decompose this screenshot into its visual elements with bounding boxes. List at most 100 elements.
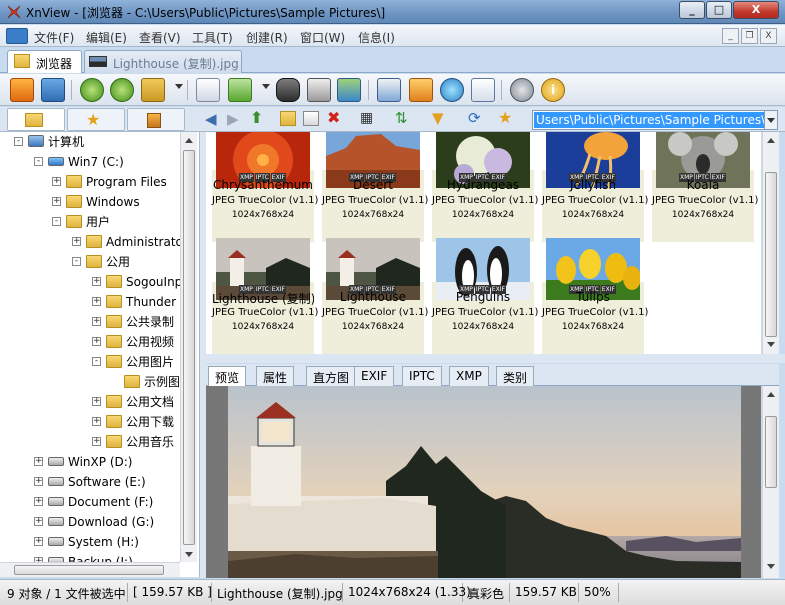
expand-icon[interactable]: +: [92, 317, 101, 326]
tree-node[interactable]: + Program Files: [0, 172, 180, 192]
thumbnail-item[interactable]: XMP IPTC EXIF Jellyfish JPEG TrueColor (v1.1…: [542, 132, 648, 242]
preview-tab-2[interactable]: 直方图: [306, 366, 357, 386]
image-preview[interactable]: [206, 386, 761, 578]
tree-node[interactable]: - 计算机: [0, 132, 180, 152]
capture-icon[interactable]: [377, 78, 401, 102]
path-value[interactable]: Users\Public\Pictures\Sample Pictures\: [534, 112, 768, 128]
tree-node[interactable]: + Thunder: [0, 292, 180, 312]
scroll-up-icon[interactable]: [767, 392, 775, 397]
print-icon[interactable]: [307, 78, 331, 102]
favorites-tab[interactable]: ★: [67, 108, 125, 131]
collapse-icon[interactable]: -: [14, 137, 23, 146]
menu-item-1[interactable]: 编辑(E): [86, 29, 127, 46]
scroll-up-icon[interactable]: [767, 138, 775, 143]
menu-item-0[interactable]: 文件(F): [34, 29, 74, 46]
info-icon[interactable]: i: [541, 78, 565, 102]
scroll-thumb[interactable]: [765, 172, 777, 337]
preview-tab-0[interactable]: 预览: [208, 366, 247, 386]
folder-tree[interactable]: - 计算机 - Win7 (C:) + Program Files + Windows - 用户 +…: [0, 132, 200, 577]
expand-icon[interactable]: +: [34, 517, 43, 526]
path-dropdown-button[interactable]: [764, 110, 778, 130]
tree-horizontal-scrollbar[interactable]: [0, 562, 180, 577]
preview-tab-3[interactable]: EXIF: [354, 366, 395, 386]
convert-icon[interactable]: [141, 78, 165, 102]
scroll-down-icon[interactable]: [767, 342, 775, 347]
thumbnail-item[interactable]: XMP IPTC EXIF Desert JPEG TrueColor (v1.1) 10…: [322, 132, 428, 242]
tree-node[interactable]: + Windows: [0, 192, 180, 212]
folders-tab[interactable]: [7, 108, 65, 131]
collapse-icon[interactable]: -: [34, 157, 43, 166]
delete-icon[interactable]: ✖: [327, 108, 340, 127]
tree-node[interactable]: - 用户: [0, 212, 180, 232]
tree-node[interactable]: + SogouInput: [0, 272, 195, 292]
thumbnail-item[interactable]: XMP IPTC EXIF Chrysanthemum JPEG TrueColor (…: [212, 132, 318, 242]
document-icon[interactable]: [6, 28, 28, 44]
thumbnail-scrollbar[interactable]: [762, 132, 779, 354]
web-icon[interactable]: [440, 78, 464, 102]
expand-icon[interactable]: +: [52, 197, 61, 206]
scroll-down-icon[interactable]: [767, 564, 775, 569]
tree-node[interactable]: + Document (F:): [0, 492, 180, 512]
properties-icon[interactable]: [196, 78, 220, 102]
fit-window-icon[interactable]: [41, 78, 65, 102]
rotate-right-icon[interactable]: [110, 78, 134, 102]
tree-node[interactable]: + Download (G:): [0, 512, 180, 532]
fullscreen-icon[interactable]: [10, 78, 34, 102]
scroll-thumb[interactable]: [14, 565, 164, 575]
thumbnail-item[interactable]: XMP IPTC EXIF Lighthouse (复制) JPEG TrueColor…: [212, 238, 318, 354]
export-icon[interactable]: [228, 78, 252, 102]
up-folder-icon[interactable]: ⬆: [250, 108, 263, 127]
forward-arrow-icon[interactable]: ▶: [227, 110, 239, 128]
preview-tab-5[interactable]: XMP: [449, 366, 489, 386]
tree-node[interactable]: + 公用下载: [0, 412, 180, 432]
thumbnail-item[interactable]: XMP IPTC EXIF Hydrangeas JPEG TrueColor (v1.…: [432, 132, 538, 242]
preview-tab-6[interactable]: 类别: [496, 366, 535, 386]
tree-node[interactable]: + 公用视频: [0, 332, 180, 352]
expand-icon[interactable]: +: [92, 277, 101, 286]
expand-icon[interactable]: +: [92, 417, 101, 426]
expand-icon[interactable]: +: [72, 237, 81, 246]
rename-icon[interactable]: [303, 111, 319, 126]
title-bar[interactable]: XnView - [浏览器 - C:\Users\Public\Pictures…: [0, 0, 785, 24]
favorite-star-icon[interactable]: ★: [498, 108, 512, 127]
tree-node[interactable]: - 公用: [0, 252, 180, 272]
thumbnail-item[interactable]: XMP IPTC EXIF Tulips JPEG TrueColor (v1.1) 10…: [542, 238, 648, 354]
tab-browser[interactable]: 浏览器: [7, 50, 82, 73]
wallpaper-icon[interactable]: [409, 78, 433, 102]
binoculars-icon[interactable]: [276, 78, 300, 102]
tree-node[interactable]: - 公用图片: [0, 352, 180, 372]
chevron-down-icon[interactable]: [262, 84, 270, 89]
tree-node[interactable]: + 公共录制: [0, 312, 180, 332]
expand-icon[interactable]: +: [34, 497, 43, 506]
expand-icon[interactable]: +: [92, 397, 101, 406]
tree-node[interactable]: + System (H:): [0, 532, 180, 552]
tree-node[interactable]: + 公用音乐: [0, 432, 180, 452]
tree-node[interactable]: + 公用文档: [0, 392, 180, 412]
expand-icon[interactable]: +: [92, 437, 101, 446]
categories-tab[interactable]: [127, 108, 185, 131]
expand-icon[interactable]: +: [34, 457, 43, 466]
tree-node[interactable]: + Software (E:): [0, 472, 180, 492]
expand-icon[interactable]: +: [92, 337, 101, 346]
tree-node[interactable]: + WinXP (D:): [0, 452, 180, 472]
thumbnail-grid[interactable]: XMP IPTC EXIF Chrysanthemum JPEG TrueColor (…: [206, 132, 761, 354]
gear-icon[interactable]: [510, 78, 534, 102]
tree-node[interactable]: - Win7 (C:): [0, 152, 180, 172]
expand-icon[interactable]: +: [52, 177, 61, 186]
menu-item-4[interactable]: 创建(R): [246, 29, 288, 46]
thumbnail-item[interactable]: XMP IPTC EXIF Penguins JPEG TrueColor (v1.1)…: [432, 238, 538, 354]
collapse-icon[interactable]: -: [92, 357, 101, 366]
menu-item-6[interactable]: 信息(I): [358, 29, 395, 46]
sort-icon[interactable]: ⇅: [395, 109, 408, 127]
maximize-button[interactable]: □: [706, 1, 732, 19]
thumbnail-item[interactable]: XMP IPTC EXIF Lighthouse JPEG TrueColor (v1.…: [322, 238, 428, 354]
back-arrow-icon[interactable]: ◀: [205, 110, 217, 128]
scroll-up-icon[interactable]: [185, 138, 193, 143]
expand-icon[interactable]: +: [92, 297, 101, 306]
new-folder-icon[interactable]: [280, 111, 296, 126]
menu-item-2[interactable]: 查看(V): [139, 29, 181, 46]
path-input[interactable]: Users\Public\Pictures\Sample Pictures\: [532, 110, 778, 130]
collapse-icon[interactable]: -: [52, 217, 61, 226]
tree-vertical-scrollbar[interactable]: [180, 132, 197, 562]
close-button[interactable]: X: [733, 1, 779, 19]
